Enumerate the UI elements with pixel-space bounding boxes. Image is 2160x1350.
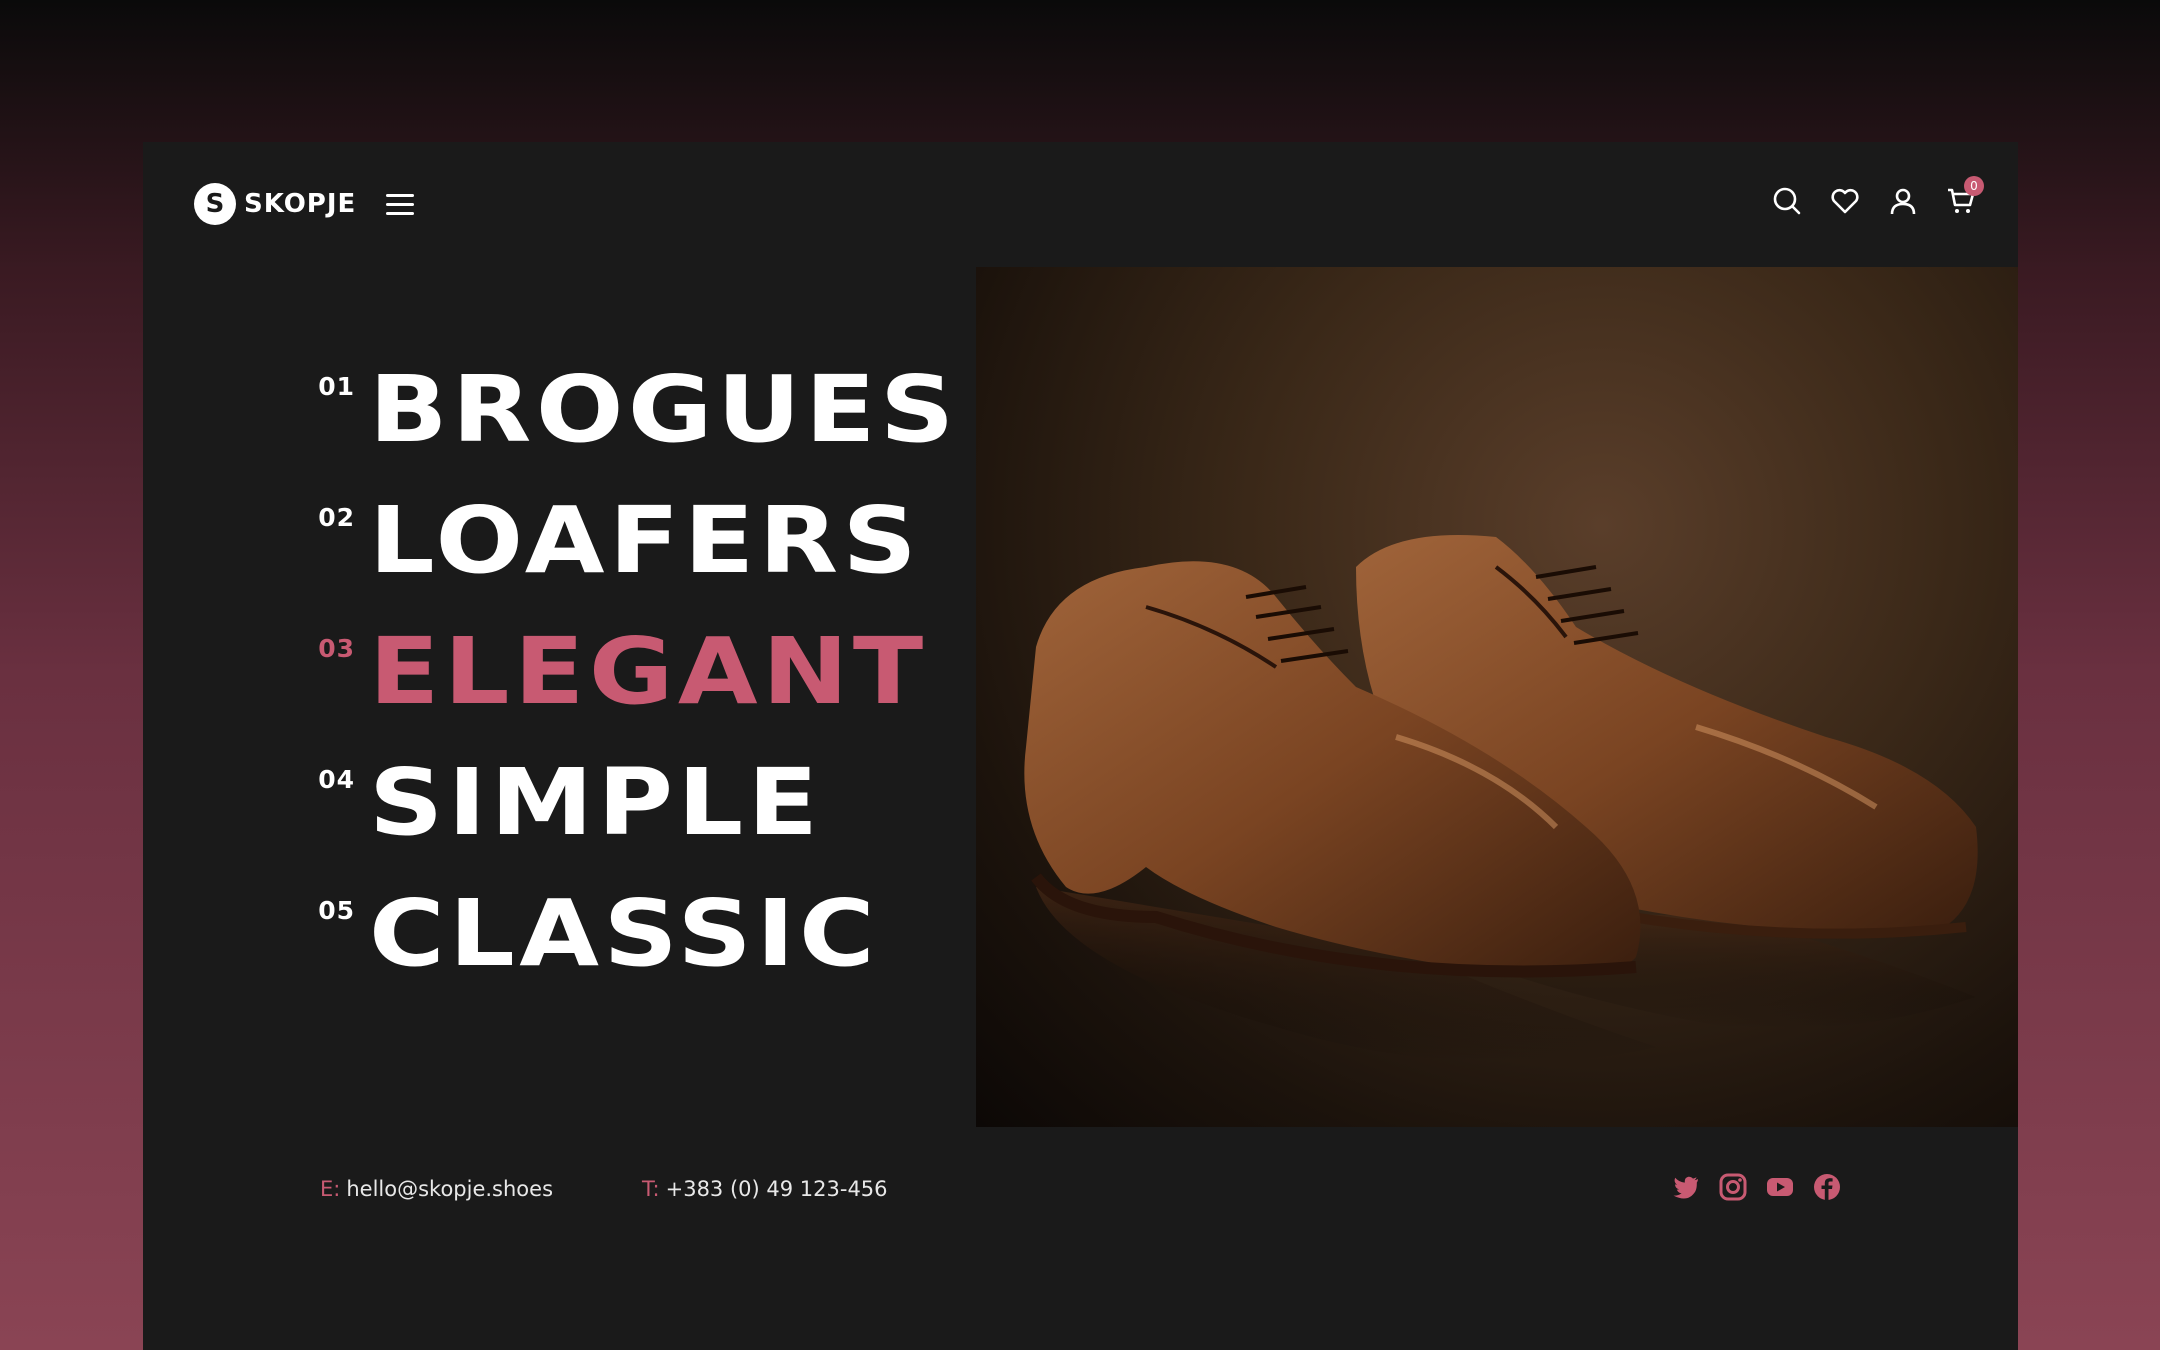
logo-text: SKOPJE [244, 189, 357, 219]
category-loafers[interactable]: 02 LOAFERS [313, 495, 917, 626]
email-value: hello@skopje.shoes [346, 1177, 554, 1201]
page-frame: S SKOPJE 0 01 BROGUES 02 LOAFERS 03 ELEG… [143, 142, 2018, 1350]
logo-mark: S [194, 183, 236, 225]
search-icon[interactable] [1772, 186, 1802, 216]
category-classic[interactable]: 05 CLASSIC [313, 888, 896, 1019]
category-number: 02 [318, 503, 355, 532]
category-label: BROGUES [369, 356, 959, 463]
category-number: 01 [318, 372, 355, 401]
category-list: 01 BROGUES 02 LOAFERS 03 ELEGANT 04 SIMP… [313, 364, 954, 1019]
phone-value: +383 (0) 49 123-456 [665, 1177, 888, 1201]
category-number: 04 [318, 765, 355, 794]
header-actions: 0 [1772, 176, 1984, 216]
instagram-icon[interactable] [1718, 1172, 1748, 1202]
category-label: SIMPLE [369, 749, 823, 856]
category-brogues[interactable]: 01 BROGUES [313, 364, 954, 495]
category-simple[interactable]: 04 SIMPLE [313, 757, 896, 888]
category-elegant[interactable]: 03 ELEGANT [313, 626, 923, 757]
category-label: CLASSIC [369, 880, 880, 987]
email-key: E: [320, 1177, 341, 1201]
cart-count-badge: 0 [1964, 176, 1984, 196]
facebook-icon[interactable] [1812, 1172, 1842, 1202]
twitter-icon[interactable] [1671, 1172, 1701, 1202]
social-links [1671, 1172, 1842, 1202]
contact-email[interactable]: E: hello@skopje.shoes [320, 1177, 553, 1201]
phone-key: T: [642, 1177, 660, 1201]
user-icon[interactable] [1888, 186, 1918, 216]
hamburger-menu-icon[interactable] [386, 194, 414, 216]
hero-image-shoes [976, 267, 2018, 1127]
contact-phone[interactable]: T: +383 (0) 49 123-456 [642, 1177, 888, 1201]
category-number: 05 [318, 896, 355, 925]
category-number: 03 [318, 634, 355, 663]
heart-icon[interactable] [1830, 186, 1860, 216]
cart-icon[interactable]: 0 [1946, 176, 1984, 216]
youtube-icon[interactable] [1765, 1172, 1795, 1202]
category-label: ELEGANT [369, 618, 928, 725]
category-label: LOAFERS [369, 487, 922, 594]
logo[interactable]: S SKOPJE [194, 183, 356, 225]
